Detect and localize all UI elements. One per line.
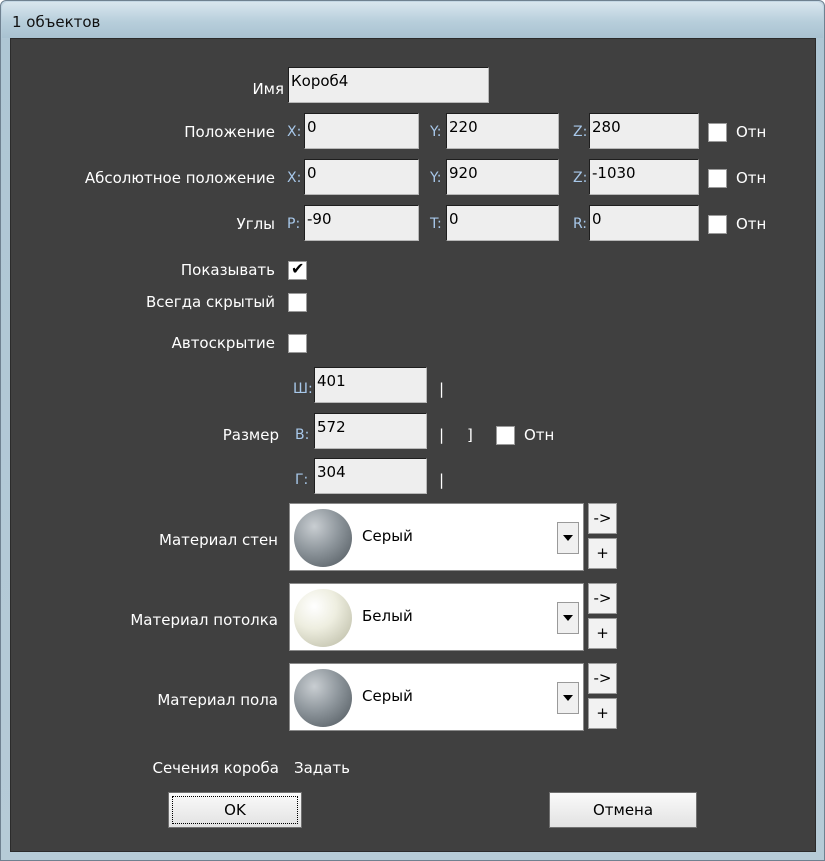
ceiling-material-add-button[interactable]: + <box>588 618 617 649</box>
dialog-client: Имя Короб4 Положение X: 0 Y: 220 Z: 280 … <box>10 38 816 852</box>
ceiling-material-name: Белый <box>362 607 413 625</box>
size-relative-label: Отн <box>524 426 555 444</box>
angles-t-input[interactable]: 0 <box>446 205 559 241</box>
ok-button-label: OK <box>224 801 246 819</box>
angles-p-label: P: <box>287 216 301 232</box>
angles-p-input[interactable]: -90 <box>304 205 419 241</box>
ceiling-material-select[interactable]: Белый <box>289 583 584 651</box>
position-y-label: Y: <box>430 124 442 140</box>
angles-r-label: R: <box>573 216 588 232</box>
floor-material-select[interactable]: Серый <box>289 663 584 731</box>
show-label: Показывать <box>180 261 275 279</box>
size-h-label: В: <box>295 427 310 443</box>
size-bracket: ] <box>467 426 473 444</box>
abs-position-z-label: Z: <box>573 170 588 186</box>
chevron-down-icon <box>563 535 573 541</box>
always-hidden-label: Всегда скрытый <box>146 293 275 311</box>
size-d-input[interactable]: 304 <box>314 458 427 494</box>
wall-material-apply-button[interactable]: -> <box>588 503 617 534</box>
abs-position-y-input[interactable]: 920 <box>446 159 559 195</box>
abs-position-x-label: X: <box>287 170 302 186</box>
size-w-input[interactable]: 401 <box>314 367 427 403</box>
always-hidden-checkbox[interactable] <box>288 293 307 312</box>
ceiling-material-apply-button[interactable]: -> <box>588 583 617 614</box>
material-sphere-icon <box>294 669 352 727</box>
show-checkbox[interactable]: ✔ <box>288 259 307 280</box>
abs-position-z-input[interactable]: -1030 <box>589 159 699 195</box>
abs-position-label: Абсолютное положение <box>84 169 275 187</box>
wall-material-select[interactable]: Серый <box>289 503 584 571</box>
sections-set-link[interactable]: Задать <box>294 758 350 778</box>
autohide-checkbox[interactable] <box>288 334 307 353</box>
size-relative-checkbox[interactable] <box>496 426 515 445</box>
angles-label: Углы <box>236 215 275 233</box>
wall-material-name: Серый <box>362 527 413 545</box>
position-x-input[interactable]: 0 <box>304 113 419 149</box>
size-w-bar: | <box>439 380 445 398</box>
check-icon: ✔ <box>291 259 305 278</box>
name-label: Имя <box>252 80 284 98</box>
abs-position-x-input[interactable]: 0 <box>304 159 419 195</box>
wall-material-label: Материал стен <box>159 531 278 549</box>
position-z-input[interactable]: 280 <box>589 113 699 149</box>
position-z-label: Z: <box>573 124 588 140</box>
wall-material-dropdown-button[interactable] <box>557 522 579 554</box>
window-title: 1 объектов <box>12 13 101 31</box>
floor-material-add-button[interactable]: + <box>588 698 617 729</box>
size-w-label: Ш: <box>293 381 313 397</box>
chevron-down-icon <box>563 695 573 701</box>
cancel-button[interactable]: Отмена <box>549 792 697 828</box>
sections-label: Сечения короба <box>152 759 279 777</box>
position-y-input[interactable]: 220 <box>446 113 559 149</box>
abs-position-relative-label: Отн <box>736 169 767 187</box>
autohide-label: Автоскрытие <box>171 334 275 352</box>
material-sphere-icon <box>294 589 352 647</box>
floor-material-apply-button[interactable]: -> <box>588 663 617 694</box>
position-relative-label: Отн <box>736 123 767 141</box>
angles-relative-label: Отн <box>736 215 767 233</box>
ok-button[interactable]: OK <box>168 792 302 828</box>
title-bar[interactable]: 1 объектов <box>2 2 823 38</box>
ceiling-material-dropdown-button[interactable] <box>557 602 579 634</box>
abs-position-y-label: Y: <box>430 170 442 186</box>
wall-material-add-button[interactable]: + <box>588 538 617 569</box>
position-x-label: X: <box>287 124 302 140</box>
size-h-bar: | <box>439 426 445 444</box>
floor-material-name: Серый <box>362 687 413 705</box>
floor-material-dropdown-button[interactable] <box>557 682 579 714</box>
angles-r-input[interactable]: 0 <box>589 205 699 241</box>
name-input[interactable]: Короб4 <box>288 67 489 103</box>
abs-position-relative-checkbox[interactable] <box>708 169 727 188</box>
angles-t-label: T: <box>430 216 442 232</box>
material-sphere-icon <box>294 509 352 567</box>
size-d-bar: | <box>439 471 445 489</box>
position-label: Положение <box>184 123 275 141</box>
size-d-label: Г: <box>295 472 309 488</box>
position-relative-checkbox[interactable] <box>708 123 727 142</box>
ceiling-material-label: Материал потолка <box>130 611 278 629</box>
floor-material-label: Материал пола <box>157 691 278 709</box>
chevron-down-icon <box>563 615 573 621</box>
angles-relative-checkbox[interactable] <box>708 215 727 234</box>
dialog-window: 1 объектов Имя Короб4 Положение X: 0 Y: … <box>0 0 825 861</box>
size-h-input[interactable]: 572 <box>314 413 427 449</box>
size-label: Размер <box>222 426 279 444</box>
